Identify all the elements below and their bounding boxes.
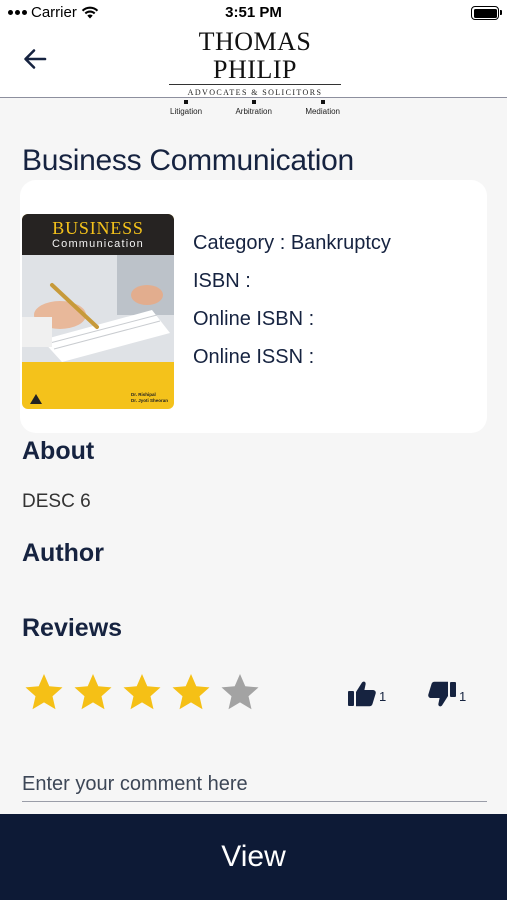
publisher-logo-icon xyxy=(30,394,42,404)
cover-author-2: Dr. Jyoti Sheoran xyxy=(130,398,168,403)
status-bar: Carrier 3:51 PM xyxy=(0,0,507,26)
logo-name: Thomas Philip xyxy=(160,28,350,84)
star-filled-icon[interactable] xyxy=(73,672,113,712)
star-filled-icon[interactable] xyxy=(122,672,162,712)
thumbs-up-icon xyxy=(348,681,376,707)
app-header: Thomas Philip ADVOCATES & SOLICITORS Lit… xyxy=(0,26,507,116)
cover-title: BUSINESS xyxy=(52,218,144,238)
logo-name-last: Philip xyxy=(213,55,297,84)
view-button[interactable]: View xyxy=(0,814,507,900)
dislike-button[interactable]: 1 xyxy=(427,680,466,708)
cover-authors: Dr. Rishipal Dr. Jyoti Sheoran xyxy=(131,392,168,404)
logo-services: Litigation Arbitration Mediation xyxy=(170,100,340,116)
dislike-count: 1 xyxy=(459,689,467,704)
about-description: DESC 6 xyxy=(22,491,91,512)
logo-service-arbitration: Arbitration xyxy=(235,100,272,116)
back-button[interactable] xyxy=(20,46,50,72)
cover-subtitle: Communication xyxy=(51,238,145,250)
book-meta: Category : Bankruptcy ISBN : Online ISBN… xyxy=(193,224,391,376)
cover-title-band: BUSINESS Communication xyxy=(22,214,174,255)
logo-subtitle: ADVOCATES & SOLICITORS xyxy=(187,88,323,97)
comment-input[interactable] xyxy=(22,768,487,802)
isbn-label: ISBN : xyxy=(193,270,251,292)
like-count: 1 xyxy=(379,689,387,704)
like-button[interactable]: 1 xyxy=(347,680,386,708)
online-isbn-label: Online ISBN : xyxy=(193,308,315,330)
arrow-left-icon xyxy=(24,49,47,69)
cover-illustration xyxy=(22,255,174,362)
battery-icon xyxy=(471,6,502,20)
cover-photo xyxy=(22,255,174,362)
logo-service-litigation: Litigation xyxy=(170,100,202,116)
star-filled-icon[interactable] xyxy=(24,672,64,712)
star-filled-icon[interactable] xyxy=(171,672,211,712)
reviews-heading: Reviews xyxy=(22,614,123,642)
firm-logo: Thomas Philip ADVOCATES & SOLICITORS Lit… xyxy=(160,28,350,116)
author-heading: Author xyxy=(22,539,104,567)
logo-name-first: Thomas xyxy=(198,27,312,56)
about-heading: About xyxy=(22,437,95,465)
category-line: Category : Bankruptcy xyxy=(193,232,391,254)
star-empty-icon[interactable] xyxy=(220,672,260,712)
logo-service-mediation: Mediation xyxy=(305,100,340,116)
logo-divider xyxy=(169,84,341,85)
star-rating xyxy=(24,672,260,712)
thumbs-down-icon xyxy=(428,681,456,707)
online-issn-label: Online ISSN : xyxy=(193,346,315,368)
book-details-card: BUSINESS Communication Dr. Rishipal Dr. … xyxy=(20,180,487,433)
cover-footer: Dr. Rishipal Dr. Jyoti Sheoran xyxy=(22,362,174,409)
book-cover-image: BUSINESS Communication Dr. Rishipal Dr. … xyxy=(22,214,174,409)
clock: 3:51 PM xyxy=(225,4,282,21)
page-title: Business Communication xyxy=(22,144,354,177)
